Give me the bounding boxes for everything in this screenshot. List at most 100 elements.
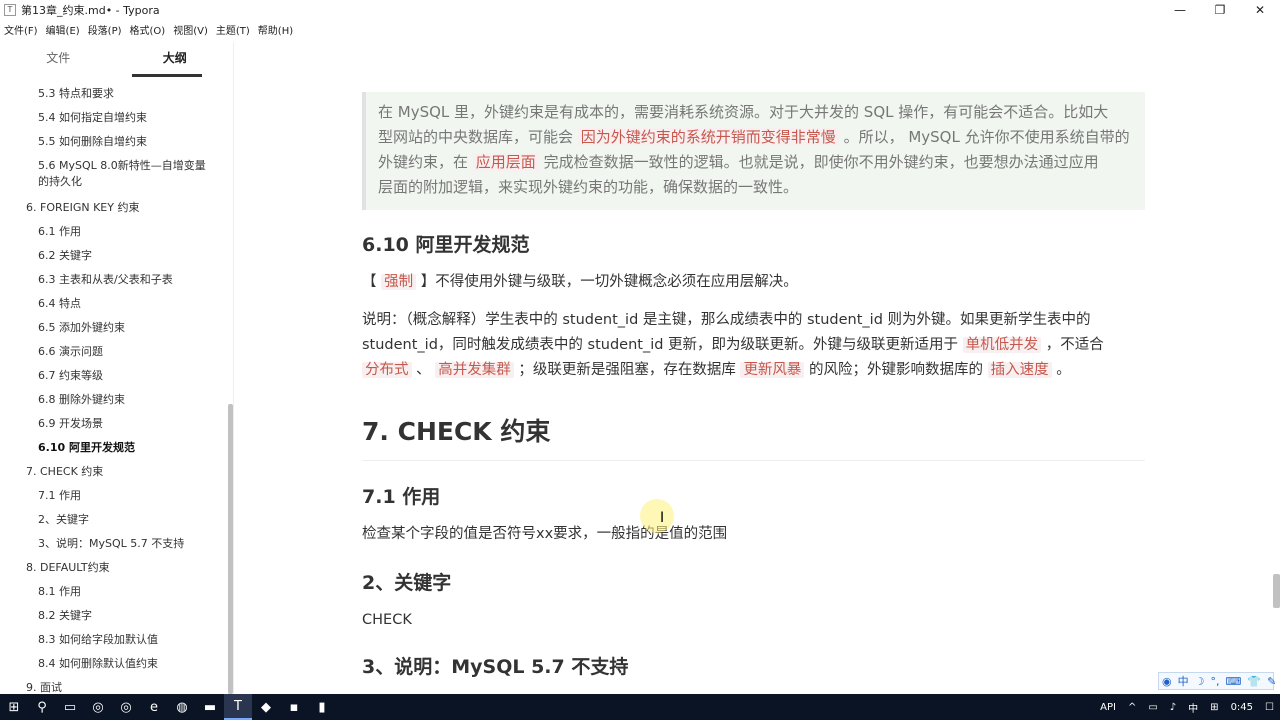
outline-item[interactable]: 7.1 作用 — [0, 484, 228, 508]
highlight-text: 插入速度 — [987, 362, 1052, 378]
editor-scrollbar[interactable] — [1273, 574, 1280, 608]
tray-lang[interactable]: 中 — [1188, 700, 1198, 715]
highlight-text: 强制 — [381, 274, 417, 290]
minimize-button[interactable]: — — [1160, 0, 1200, 20]
start-icon[interactable]: ⊞ — [0, 694, 28, 720]
menu-file[interactable]: 文件(F) — [4, 22, 38, 37]
explain-line: student_id，同时触发成绩表中的 student_id 更新，即为级联更… — [362, 333, 1152, 358]
tray-api[interactable]: API — [1100, 702, 1116, 713]
quote-line: 层面的附加逻辑，来实现外键约束的功能，确保数据的一致性。 — [378, 178, 799, 196]
outline-item[interactable]: 8.3 如何给字段加默认值 — [0, 628, 228, 652]
tray-expand-icon[interactable]: ^ — [1128, 702, 1136, 713]
window-title: 第13章_约束.md• - Typora — [21, 4, 160, 17]
heading-note: 3、说明：MySQL 5.7 不支持 — [362, 656, 629, 678]
menu-format[interactable]: 格式(O) — [130, 22, 166, 37]
sidebar: 文件 大纲 5.3 特点和要求 5.4 如何指定自增约束 5.5 如何删除自增约… — [0, 42, 252, 694]
tab-outline[interactable]: 大纲 — [117, 42, 234, 78]
outline-item[interactable]: 6.9 开发场景 — [0, 412, 228, 436]
maximize-button[interactable]: ❐ — [1200, 0, 1240, 20]
sidebar-tabs: 文件 大纲 — [0, 42, 233, 78]
tray-network-icon[interactable]: ▭ — [1148, 702, 1157, 713]
close-button[interactable]: ✕ — [1240, 0, 1280, 20]
outline-item[interactable]: 6.6 演示问题 — [0, 340, 228, 364]
app-icon[interactable]: ▮ — [308, 694, 336, 720]
explain-text: 、 — [411, 362, 436, 378]
typora-taskbar-icon[interactable]: T — [224, 694, 252, 720]
blockquote: 在 MySQL 里，外键约束是有成本的，需要消耗系统资源。对于大并发的 SQL … — [362, 92, 1145, 210]
file-explorer-icon[interactable]: ▬ — [196, 694, 224, 720]
explain-line: 说明：（概念解释）学生表中的 student_id 是主键，那么成绩表中的 st… — [362, 312, 1091, 328]
terminal-icon[interactable]: ▪ — [280, 694, 308, 720]
outline-item[interactable]: 8.2 关键字 — [0, 604, 228, 628]
ime-moon-icon[interactable]: ☽ — [1195, 675, 1205, 688]
explain-text: ；级联更新是强阻塞，存在数据库 — [513, 362, 741, 378]
chrome-icon[interactable]: ◎ — [84, 694, 112, 720]
highlight-text: 因为外键约束的系统开销而变得非常慢 — [577, 128, 839, 146]
outline-item[interactable]: 5.6 MySQL 8.0新特性—自增变量的持久化 — [0, 154, 210, 196]
tab-files[interactable]: 文件 — [0, 42, 117, 78]
quote-line: 在 MySQL 里，外键约束是有成本的，需要消耗系统资源。对于大并发的 SQL … — [378, 103, 1109, 121]
quote-text: 完成检查数据一致性的逻辑。也就是说，即使你不用外键约束，也要想办法通过应用 — [538, 153, 1099, 171]
title-bar: T 第13章_约束.md• - Typora — ❐ ✕ — [0, 0, 1280, 20]
menu-bar: 文件(F) 编辑(E) 段落(P) 格式(O) 视图(V) 主题(T) 帮助(H… — [0, 20, 1280, 38]
editor[interactable]: 在 MySQL 里，外键约束是有成本的，需要消耗系统资源。对于大并发的 SQL … — [235, 42, 1280, 694]
tray-ime-icon[interactable]: ⊞ — [1210, 702, 1218, 713]
chrome-icon-2[interactable]: ◎ — [112, 694, 140, 720]
outline-item-active[interactable]: 6.10 阿里开发规范 — [0, 436, 228, 460]
idea-icon[interactable]: ◆ — [252, 694, 280, 720]
quote-text: 。所以， MySQL 允许你不使用系统自带的 — [838, 128, 1130, 146]
quote-text: 外键约束，在 — [378, 153, 473, 171]
heading-keyword: 2、关键字 — [362, 572, 452, 594]
menu-paragraph[interactable]: 段落(P) — [88, 22, 122, 37]
outline-item[interactable]: 3、说明：MySQL 5.7 不支持 — [0, 532, 228, 556]
menu-help[interactable]: 帮助(H) — [258, 22, 293, 37]
task-view-icon[interactable]: ▭ — [56, 694, 84, 720]
typora-app-icon: T — [4, 4, 16, 16]
outline-item[interactable]: 6.3 主表和从表/父表和子表 — [0, 268, 228, 292]
rule-paragraph: 【 强制 】不得使用外键与级联，一切外键概念必须在应用层解决。 — [362, 270, 798, 295]
outline-item[interactable]: 6.2 关键字 — [0, 244, 228, 268]
ime-tool-icon[interactable]: ✎ — [1267, 675, 1276, 688]
menu-edit[interactable]: 编辑(E) — [46, 22, 80, 37]
sidebar-scrollbar[interactable] — [228, 404, 233, 694]
paragraph-check: CHECK — [362, 612, 412, 628]
active-tab-indicator — [132, 74, 202, 77]
highlight-text: 高并发集群 — [435, 362, 514, 378]
ime-logo-icon[interactable]: ◉ — [1162, 675, 1172, 688]
outline-item[interactable]: 5.4 如何指定自增约束 — [0, 106, 228, 130]
outline-item[interactable]: 8.1 作用 — [0, 580, 228, 604]
heading-7-1: 7.1 作用 — [362, 486, 441, 508]
edge-icon[interactable]: e — [140, 694, 168, 720]
menu-theme[interactable]: 主题(T) — [216, 22, 250, 37]
outline-item[interactable]: 6.1 作用 — [0, 220, 228, 244]
search-icon[interactable]: ⚲ — [28, 694, 56, 720]
rule-bracket: 【 — [362, 274, 382, 290]
outline-item[interactable]: 6.4 特点 — [0, 292, 228, 316]
rule-text: 】不得使用外键与级联，一切外键概念必须在应用层解决。 — [416, 274, 798, 290]
outline-item[interactable]: 6.8 删除外键约束 — [0, 388, 228, 412]
taskbar: ⊞ ⚲ ▭ ◎ ◎ e ◍ ▬ T ◆ ▪ ▮ API ^ ▭ ♪ 中 ⊞ 0:… — [0, 694, 1280, 720]
firefox-icon[interactable]: ◍ — [168, 694, 196, 720]
ime-lang[interactable]: 中 — [1178, 673, 1189, 689]
outline-list: 5.3 特点和要求 5.4 如何指定自增约束 5.5 如何删除自增约束 5.6 … — [0, 82, 228, 700]
outline-item[interactable]: 6. FOREIGN KEY 约束 — [0, 196, 228, 220]
ime-punct-icon[interactable]: °, — [1210, 675, 1219, 688]
outline-item[interactable]: 8. DEFAULT约束 — [0, 556, 228, 580]
tray-clock[interactable]: 0:45 — [1231, 702, 1253, 713]
outline-item[interactable]: 7. CHECK 约束 — [0, 460, 228, 484]
explain-text: student_id，同时触发成绩表中的 student_id 更新，即为级联更… — [362, 337, 963, 353]
ime-keyboard-icon[interactable]: ⌨ — [1225, 675, 1241, 688]
outline-item[interactable]: 5.3 特点和要求 — [0, 82, 228, 106]
outline-item[interactable]: 6.5 添加外键约束 — [0, 316, 228, 340]
outline-item[interactable]: 6.7 约束等级 — [0, 364, 228, 388]
notification-icon[interactable]: ☐ — [1265, 702, 1274, 713]
explain-text: ，不适合 — [1041, 337, 1104, 353]
menu-view[interactable]: 视图(V) — [173, 22, 208, 37]
tray-volume-icon[interactable]: ♪ — [1170, 702, 1176, 713]
ime-skin-icon[interactable]: 👕 — [1247, 675, 1261, 688]
outline-item[interactable]: 5.5 如何删除自增约束 — [0, 130, 228, 154]
outline-item[interactable]: 2、关键字 — [0, 508, 228, 532]
heading-7: 7. CHECK 约束 — [362, 417, 551, 446]
window-controls: — ❐ ✕ — [1160, 0, 1280, 20]
ime-toolbar: ◉ 中 ☽ °, ⌨ 👕 ✎ — [1158, 672, 1276, 690]
